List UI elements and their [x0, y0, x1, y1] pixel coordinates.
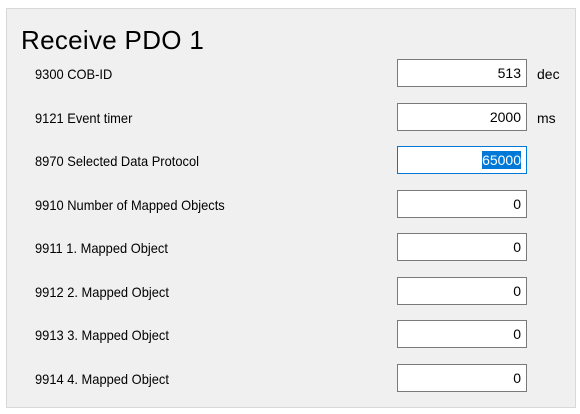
event-timer-label: 9121 Event timer: [35, 110, 133, 126]
mapped-object-3-label: 9913 3. Mapped Object: [35, 327, 169, 343]
receive-pdo-panel: Receive PDO 1 9300 COB-ID 513 dec 9121 E…: [6, 8, 576, 408]
mapped-object-2-field[interactable]: 0: [397, 277, 527, 305]
cob-id-unit: dec: [537, 66, 560, 82]
mapped-object-1-value: 0: [513, 239, 521, 255]
cob-id-value: 513: [497, 65, 521, 81]
event-timer-unit: ms: [537, 110, 556, 126]
mapped-object-4-label: 9914 4. Mapped Object: [35, 371, 169, 387]
event-timer-field[interactable]: 2000: [397, 103, 527, 131]
selected-data-protocol-value: 65000: [482, 151, 521, 169]
selected-data-protocol-label: 8970 Selected Data Protocol: [35, 153, 199, 169]
mapped-object-1-field[interactable]: 0: [397, 233, 527, 261]
number-of-mapped-objects-field[interactable]: 0: [397, 190, 527, 218]
panel-title: Receive PDO 1: [21, 25, 205, 55]
cob-id-label: 9300 COB-ID: [35, 66, 113, 82]
mapped-object-3-field[interactable]: 0: [397, 320, 527, 348]
mapped-object-4-value: 0: [513, 370, 521, 386]
mapped-object-1-label: 9911 1. Mapped Object: [35, 240, 168, 256]
selected-data-protocol-field[interactable]: 65000: [397, 146, 527, 174]
mapped-object-2-label: 9912 2. Mapped Object: [35, 284, 169, 300]
mapped-object-3-value: 0: [513, 326, 521, 342]
mapped-object-2-value: 0: [513, 283, 521, 299]
number-of-mapped-objects-value: 0: [513, 196, 521, 212]
number-of-mapped-objects-label: 9910 Number of Mapped Objects: [35, 197, 225, 213]
cob-id-field[interactable]: 513: [397, 59, 527, 87]
event-timer-value: 2000: [489, 109, 521, 125]
mapped-object-4-field[interactable]: 0: [397, 364, 527, 392]
